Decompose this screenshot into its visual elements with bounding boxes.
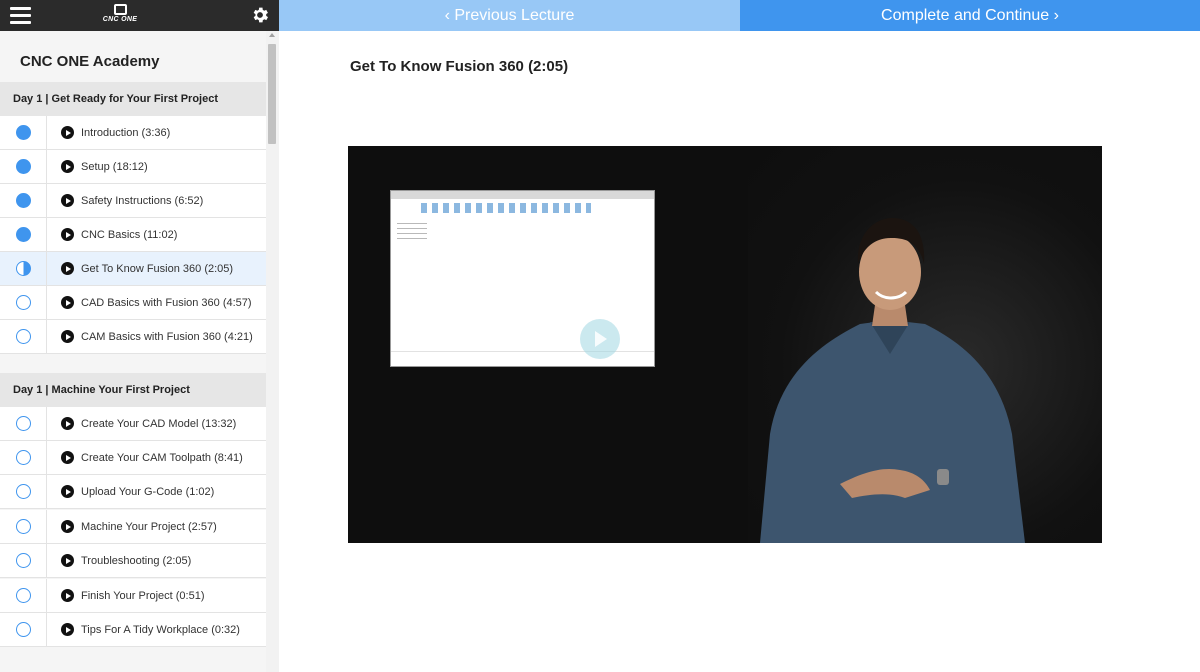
presenter-figure <box>760 218 1025 543</box>
lecture-label: Tips For A Tidy Workplace (0:32) <box>81 623 240 636</box>
status-complete-icon <box>15 125 31 140</box>
status-cell <box>0 286 47 319</box>
status-incomplete-icon <box>15 295 31 310</box>
lecture-item[interactable]: CAD Basics with Fusion 360 (4:57) <box>0 286 266 320</box>
status-cell <box>0 184 47 217</box>
status-complete-icon <box>15 193 31 208</box>
lecture-title: Get To Know Fusion 360 (2:05) <box>350 58 569 75</box>
lecture-label: CAM Basics with Fusion 360 (4:21) <box>81 330 253 343</box>
scrollbar-thumb[interactable] <box>268 44 276 144</box>
sidebar-scrollbar[interactable] <box>266 31 279 672</box>
lecture-label: Finish Your Project (0:51) <box>81 589 205 602</box>
status-incomplete-icon <box>15 622 31 637</box>
lecture-label: Machine Your Project (2:57) <box>81 520 217 533</box>
lecture-item-active[interactable]: Get To Know Fusion 360 (2:05) <box>0 252 266 286</box>
lecture-item[interactable]: CNC Basics (11:02) <box>0 218 266 252</box>
status-cell <box>0 218 47 251</box>
previous-lecture-label: Previous Lecture <box>454 6 575 24</box>
lecture-item[interactable]: Finish Your Project (0:51) <box>0 579 266 613</box>
play-icon <box>61 194 74 207</box>
status-cell <box>0 475 47 508</box>
lecture-item[interactable]: Troubleshooting (2:05) <box>0 544 266 578</box>
play-icon <box>61 126 74 139</box>
play-icon <box>61 520 74 533</box>
logo-text: CNC ONE <box>102 16 138 23</box>
chevron-left-icon: ‹ <box>444 6 450 24</box>
status-cell <box>0 441 47 474</box>
status-incomplete-icon <box>15 553 31 568</box>
inset-titlebar <box>391 191 654 199</box>
play-icon <box>61 330 74 343</box>
scroll-up-arrow-icon[interactable] <box>269 33 275 37</box>
play-icon <box>61 451 74 464</box>
gear-icon[interactable] <box>250 5 270 25</box>
complete-and-continue-button[interactable]: Complete and Continue › <box>740 0 1200 31</box>
lecture-label: Safety Instructions (6:52) <box>81 194 204 207</box>
video-player[interactable] <box>348 146 1102 543</box>
play-icon <box>61 554 74 567</box>
logo-mark <box>113 4 127 15</box>
lecture-label: Create Your CAM Toolpath (8:41) <box>81 451 243 464</box>
status-cell <box>0 252 47 285</box>
play-icon <box>61 623 74 636</box>
lecture-label: Introduction (3:36) <box>81 126 171 139</box>
lecture-item[interactable]: Tips For A Tidy Workplace (0:32) <box>0 613 266 647</box>
lecture-item[interactable]: CAM Basics with Fusion 360 (4:21) <box>0 320 266 354</box>
logo: CNC ONE <box>100 4 140 28</box>
inset-toolbar <box>421 203 591 213</box>
play-icon <box>61 228 74 241</box>
lecture-item[interactable]: Upload Your G-Code (1:02) <box>0 475 266 509</box>
status-in-progress-icon <box>15 261 31 276</box>
lecture-label: Create Your CAD Model (13:32) <box>81 417 237 430</box>
lecture-label: CNC Basics (11:02) <box>81 228 178 241</box>
lecture-item[interactable]: Create Your CAD Model (13:32) <box>0 407 266 441</box>
status-incomplete-icon <box>15 416 31 431</box>
chevron-right-icon: › <box>1053 6 1059 24</box>
inset-footer <box>391 351 654 366</box>
status-cell <box>0 407 47 440</box>
top-bar: CNC ONE <box>0 0 279 31</box>
play-icon <box>61 296 74 309</box>
play-icon <box>61 589 74 602</box>
previous-lecture-button[interactable]: ‹ Previous Lecture <box>279 0 740 31</box>
play-icon <box>61 485 74 498</box>
lecture-item[interactable]: Introduction (3:36) <box>0 116 266 150</box>
play-icon <box>61 160 74 173</box>
section-header: Day 1 | Machine Your First Project <box>0 373 266 407</box>
lecture-label: Upload Your G-Code (1:02) <box>81 485 215 498</box>
lecture-item[interactable]: Create Your CAM Toolpath (8:41) <box>0 441 266 475</box>
play-icon <box>61 417 74 430</box>
lecture-label: Setup (18:12) <box>81 160 148 173</box>
lecture-label: Troubleshooting (2:05) <box>81 554 192 567</box>
lecture-item[interactable]: Safety Instructions (6:52) <box>0 184 266 218</box>
lecture-item[interactable]: Setup (18:12) <box>0 150 266 184</box>
section-header: Day 1 | Get Ready for Your First Project <box>0 82 266 116</box>
status-cell <box>0 150 47 183</box>
status-incomplete-icon <box>15 329 31 344</box>
status-cell <box>0 320 47 353</box>
status-cell <box>0 510 47 543</box>
video-play-icon[interactable] <box>580 319 620 359</box>
status-incomplete-icon <box>15 519 31 534</box>
status-incomplete-icon <box>15 588 31 603</box>
lecture-label: CAD Basics with Fusion 360 (4:57) <box>81 296 252 309</box>
status-cell <box>0 613 47 646</box>
status-incomplete-icon <box>15 484 31 499</box>
course-title: CNC ONE Academy <box>20 53 160 70</box>
complete-and-continue-label: Complete and Continue <box>881 6 1050 24</box>
status-cell <box>0 579 47 612</box>
lecture-label: Get To Know Fusion 360 (2:05) <box>81 262 234 275</box>
status-cell <box>0 116 47 149</box>
play-icon <box>61 262 74 275</box>
status-complete-icon <box>15 159 31 174</box>
lecture-item[interactable]: Machine Your Project (2:57) <box>0 510 266 544</box>
inset-browser-tree <box>397 219 427 239</box>
status-cell <box>0 544 47 577</box>
hamburger-menu-icon[interactable] <box>10 7 31 24</box>
status-incomplete-icon <box>15 450 31 465</box>
status-complete-icon <box>15 227 31 242</box>
